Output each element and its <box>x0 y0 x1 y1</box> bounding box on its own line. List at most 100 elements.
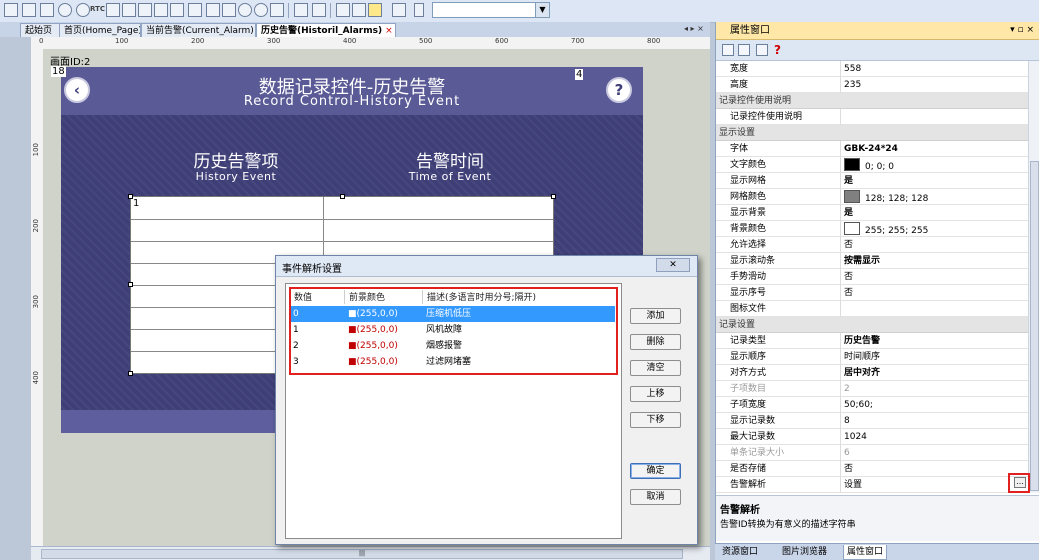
property-value[interactable]: 50;60; <box>844 398 873 412</box>
categorized-icon[interactable] <box>722 44 734 56</box>
property-category[interactable]: 记录设置 <box>716 317 1028 333</box>
scrollbar-thumb[interactable] <box>1030 161 1039 491</box>
property-value[interactable]: 否 <box>844 238 853 252</box>
property-row[interactable]: 对齐方式 居中对齐 <box>716 365 1028 381</box>
property-row[interactable]: 最大记录数 1024 <box>716 429 1028 445</box>
property-row[interactable]: 高度 235 <box>716 77 1028 93</box>
property-value[interactable]: 是 <box>844 174 853 188</box>
event-list[interactable]: 数值 前景颜色 描述(多语言时用分号;隔开) 0 ■(255,0,0) 压缩机低… <box>285 283 622 539</box>
clock-tool-icon[interactable] <box>58 3 72 17</box>
ok-button[interactable]: 确定 <box>630 463 681 479</box>
highlight-color-icon[interactable] <box>368 3 382 17</box>
fill-color-icon[interactable] <box>392 3 406 17</box>
property-row[interactable]: 子项数目 2 <box>716 381 1028 397</box>
move-up-button[interactable]: 上移 <box>630 386 681 402</box>
tab-start-page[interactable]: 起始页 <box>20 23 60 37</box>
property-value[interactable]: 1024 <box>844 430 867 444</box>
tab-resource-window[interactable]: 资源窗口 <box>719 545 761 559</box>
property-value[interactable]: 235 <box>844 78 861 92</box>
property-row[interactable]: 网格颜色 128; 128; 128 <box>716 189 1028 205</box>
tab-home-page[interactable]: 首页(Home_Page) <box>59 23 141 37</box>
property-row[interactable]: 显示序号 否 <box>716 285 1028 301</box>
property-value[interactable]: 6 <box>844 446 850 460</box>
move-down-button[interactable]: 下移 <box>630 412 681 428</box>
property-value[interactable]: 设置 <box>844 478 862 492</box>
tab-current-alarm[interactable]: 当前告警(Current_Alarm) <box>141 23 256 37</box>
add-button[interactable]: 添加 <box>630 308 681 324</box>
font-size-icon[interactable] <box>414 3 424 17</box>
property-row[interactable]: 手势滑动 否 <box>716 269 1028 285</box>
screen-tool-icon[interactable] <box>294 3 308 17</box>
tab-navigation-arrows[interactable]: ◂ ▸ × <box>684 24 704 33</box>
brush-tool-icon[interactable] <box>352 3 366 17</box>
property-value[interactable]: 否 <box>844 286 853 300</box>
property-row[interactable]: 显示网格 是 <box>716 173 1028 189</box>
property-value[interactable]: 否 <box>844 270 853 284</box>
property-value[interactable]: 128; 128; 128 <box>844 190 928 206</box>
property-row[interactable]: 显示滚动条 按需显示 <box>716 253 1028 269</box>
dialog-close-button[interactable]: ✕ <box>656 258 690 272</box>
clear-button[interactable]: 清空 <box>630 360 681 376</box>
property-row[interactable]: 背景颜色 255; 255; 255 <box>716 221 1028 237</box>
bar-tool-icon[interactable] <box>122 3 136 17</box>
property-value[interactable]: GBK-24*24 <box>844 142 898 156</box>
property-category[interactable]: 记录控件使用说明 <box>716 93 1028 109</box>
property-value[interactable]: 按需显示 <box>844 254 880 268</box>
property-row[interactable]: 允许选择 否 <box>716 237 1028 253</box>
delete-button[interactable]: 删除 <box>630 334 681 350</box>
property-row[interactable]: 单条记录大小 6 <box>716 445 1028 461</box>
tab-image-browser[interactable]: 图片浏览器 <box>779 545 830 559</box>
monitor-tool-icon[interactable] <box>312 3 326 17</box>
property-row[interactable]: 宽度 558 <box>716 61 1028 77</box>
table-tool-icon[interactable] <box>106 3 120 17</box>
pointer-tool-icon[interactable] <box>76 3 90 17</box>
image-tool-icon[interactable] <box>188 3 202 17</box>
resize-handle[interactable] <box>340 194 345 199</box>
chart-tool-icon[interactable] <box>138 3 152 17</box>
toolbar-combo-box[interactable]: ▼ <box>432 2 550 18</box>
property-row[interactable]: 文字颜色 0; 0; 0 <box>716 157 1028 173</box>
input-tool-icon[interactable] <box>40 3 54 17</box>
circle-tool-icon[interactable] <box>238 3 252 17</box>
canvas-horizontal-scrollbar[interactable]: ||| <box>31 546 710 560</box>
chevron-down-icon[interactable]: ▼ <box>535 3 549 17</box>
panel-window-controls[interactable]: ▾ ▫ × <box>1010 22 1034 39</box>
property-value[interactable]: 255; 255; 255 <box>844 222 928 238</box>
property-value[interactable]: 时间顺序 <box>844 350 880 364</box>
cancel-button[interactable]: 取消 <box>630 489 681 505</box>
property-pages-icon[interactable] <box>756 44 768 56</box>
property-row[interactable]: 字体 GBK-24*24 <box>716 141 1028 157</box>
close-icon[interactable]: × <box>385 26 393 36</box>
line-tool-icon[interactable] <box>4 3 18 17</box>
property-value[interactable]: 是 <box>844 206 853 220</box>
help-icon[interactable]: ? <box>774 43 781 57</box>
property-row[interactable]: 子项宽度 50;60; <box>716 397 1028 413</box>
property-value[interactable]: 0; 0; 0 <box>844 158 894 174</box>
property-value[interactable]: 558 <box>844 62 861 76</box>
property-grid-scrollbar[interactable] <box>1028 61 1039 493</box>
property-value[interactable]: 居中对齐 <box>844 366 880 380</box>
sort-alphabetical-icon[interactable] <box>738 44 750 56</box>
property-value[interactable]: 2 <box>844 382 850 396</box>
tab-property-window[interactable]: 属性窗口 <box>843 545 888 560</box>
rtc-tool-icon[interactable]: RTC <box>90 5 105 13</box>
copy-tool-icon[interactable] <box>270 3 284 17</box>
property-row[interactable]: 显示背景 是 <box>716 205 1028 221</box>
property-row[interactable]: 记录类型 历史告警 <box>716 333 1028 349</box>
property-value[interactable]: 8 <box>844 414 850 428</box>
property-row[interactable]: 告警解析 设置 <box>716 477 1028 493</box>
property-row[interactable]: 图标文件 <box>716 301 1028 317</box>
resize-handle[interactable] <box>128 194 133 199</box>
tab-historil-alarms[interactable]: 历史告警(Historil_Alarms) × <box>256 23 396 37</box>
resize-handle[interactable] <box>128 371 133 376</box>
alarm-parse-browse-button[interactable]: ... <box>1014 477 1026 488</box>
pen-tool-icon[interactable] <box>336 3 350 17</box>
property-value[interactable]: 历史告警 <box>844 334 880 348</box>
scrollbar-thumb[interactable]: ||| <box>41 549 683 559</box>
record-tool-icon[interactable] <box>206 3 220 17</box>
property-category[interactable]: 显示设置 <box>716 125 1028 141</box>
resize-handle[interactable] <box>128 282 133 287</box>
resize-handle[interactable] <box>551 194 556 199</box>
property-row[interactable]: 显示记录数 8 <box>716 413 1028 429</box>
property-row[interactable]: 显示顺序 时间顺序 <box>716 349 1028 365</box>
